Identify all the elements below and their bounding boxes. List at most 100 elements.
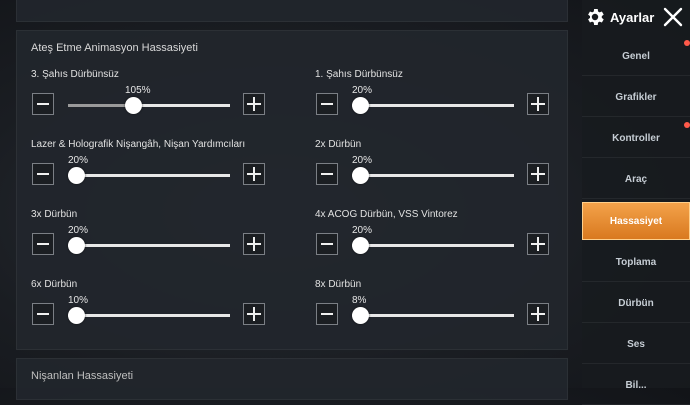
sidebar-item[interactable]: Dürbün <box>582 285 690 323</box>
slider-knob[interactable] <box>352 167 369 184</box>
control-label: 8x Dürbün <box>315 279 362 290</box>
slider-knob[interactable] <box>352 237 369 254</box>
sidebar-item-label: Toplama <box>615 257 657 268</box>
plus-icon <box>531 237 545 251</box>
slider-track[interactable]: 105% <box>68 85 230 114</box>
next-section-title: Nişanlan Hassasiyeti <box>31 370 134 382</box>
plus-icon <box>531 167 545 181</box>
slider-track[interactable]: 20% <box>68 155 230 184</box>
sidebar-item[interactable]: Grafikler <box>582 79 690 117</box>
section-title: Ateş Etme Animasyon Hassasiyeti <box>31 42 198 54</box>
minus-icon <box>321 173 333 175</box>
plus-icon <box>247 167 261 181</box>
decrease-button[interactable] <box>316 303 338 325</box>
slider-track[interactable]: 10% <box>68 295 230 324</box>
decrease-button[interactable] <box>32 303 54 325</box>
slider-value: 10% <box>68 295 89 306</box>
minus-icon <box>37 313 49 315</box>
notification-dot <box>684 122 690 128</box>
decrease-button[interactable] <box>32 163 54 185</box>
sensitivity-control: 1. Şahıs Dürbünsüz 20% <box>315 69 555 129</box>
decrease-button[interactable] <box>32 233 54 255</box>
minus-icon <box>321 103 333 105</box>
slider-value: 20% <box>352 155 373 166</box>
minus-icon <box>321 243 333 245</box>
notification-dot <box>684 40 690 46</box>
sidebar-item-label: Dürbün <box>618 298 654 309</box>
slider-knob[interactable] <box>352 307 369 324</box>
sidebar-item[interactable]: Bil... <box>582 367 690 405</box>
sidebar-item-label: Araç <box>624 174 648 185</box>
sensitivity-control: 8x Dürbün 8% <box>315 279 555 339</box>
sidebar-item[interactable]: Ses <box>582 326 690 364</box>
decrease-button[interactable] <box>32 93 54 115</box>
sidebar-item-label: Genel <box>622 51 650 62</box>
sidebar-item-label: Bil... <box>625 380 647 391</box>
control-label: 2x Dürbün <box>315 139 362 150</box>
increase-button[interactable] <box>527 163 549 185</box>
next-section-panel: Nişanlan Hassasiyeti <box>16 358 568 400</box>
sidebar-item-label: Ses <box>627 339 645 350</box>
sidebar-item[interactable]: Kontroller <box>582 120 690 158</box>
control-label: 6x Dürbün <box>31 279 78 290</box>
minus-icon <box>321 313 333 315</box>
sidebar-item-label: Hassasiyet <box>609 215 663 227</box>
previous-section-panel <box>16 0 568 22</box>
sidebar-item[interactable]: Toplama <box>582 244 690 282</box>
increase-button[interactable] <box>527 93 549 115</box>
slider-value: 20% <box>352 85 373 96</box>
slider-value: 8% <box>352 295 367 306</box>
settings-title: Ayarlar <box>610 9 655 25</box>
sensitivity-control: 4x ACOG Dürbün, VSS Vintorez 20% <box>315 209 555 269</box>
slider-fill <box>68 104 133 107</box>
control-label: 3. Şahıs Dürbünsüz <box>31 69 119 80</box>
sidebar-item[interactable]: Hassasiyet <box>582 202 690 240</box>
plus-icon <box>247 307 261 321</box>
slider-track[interactable]: 20% <box>352 155 514 184</box>
decrease-button[interactable] <box>316 163 338 185</box>
firing-sensitivity-panel: Ateş Etme Animasyon Hassasiyeti 3. Şahıs… <box>16 30 568 350</box>
sidebar-item-label: Kontroller <box>612 133 660 144</box>
sensitivity-control: 3x Dürbün 20% <box>31 209 271 269</box>
control-label: 4x ACOG Dürbün, VSS Vintorez <box>315 209 458 220</box>
increase-button[interactable] <box>527 303 549 325</box>
increase-button[interactable] <box>527 233 549 255</box>
slider-knob[interactable] <box>352 97 369 114</box>
slider-value: 20% <box>352 225 373 236</box>
slider-track[interactable]: 20% <box>352 225 514 254</box>
slider-track[interactable]: 8% <box>352 295 514 324</box>
decrease-button[interactable] <box>316 233 338 255</box>
increase-button[interactable] <box>243 163 265 185</box>
control-label: 1. Şahıs Dürbünsüz <box>315 69 403 80</box>
decrease-button[interactable] <box>316 93 338 115</box>
sidebar-item-label: Grafikler <box>615 92 657 103</box>
minus-icon <box>37 243 49 245</box>
slider-value: 105% <box>125 85 151 96</box>
plus-icon <box>247 97 261 111</box>
slider-knob[interactable] <box>68 307 85 324</box>
control-label: 3x Dürbün <box>31 209 78 220</box>
sensitivity-control: Lazer & Holografik Nişangâh, Nişan Yardı… <box>31 139 271 199</box>
sensitivity-control: 3. Şahıs Dürbünsüz 105% <box>31 69 271 129</box>
sidebar-item[interactable]: Araç <box>582 161 690 199</box>
slider-value: 20% <box>68 155 89 166</box>
slider-knob[interactable] <box>68 237 85 254</box>
plus-icon <box>531 307 545 321</box>
sidebar-item[interactable]: Genel <box>582 38 690 76</box>
slider-track[interactable]: 20% <box>68 225 230 254</box>
plus-icon <box>531 97 545 111</box>
close-icon[interactable] <box>661 5 685 29</box>
slider-value: 20% <box>68 225 89 236</box>
slider-knob[interactable] <box>68 167 85 184</box>
control-label: Lazer & Holografik Nişangâh, Nişan Yardı… <box>31 139 246 150</box>
settings-header: Ayarlar <box>584 4 654 30</box>
sensitivity-control: 2x Dürbün 20% <box>315 139 555 199</box>
slider-knob[interactable] <box>125 97 142 114</box>
sensitivity-control: 6x Dürbün 10% <box>31 279 271 339</box>
gear-icon <box>588 9 604 25</box>
increase-button[interactable] <box>243 93 265 115</box>
increase-button[interactable] <box>243 303 265 325</box>
increase-button[interactable] <box>243 233 265 255</box>
slider-track[interactable]: 20% <box>352 85 514 114</box>
plus-icon <box>247 237 261 251</box>
